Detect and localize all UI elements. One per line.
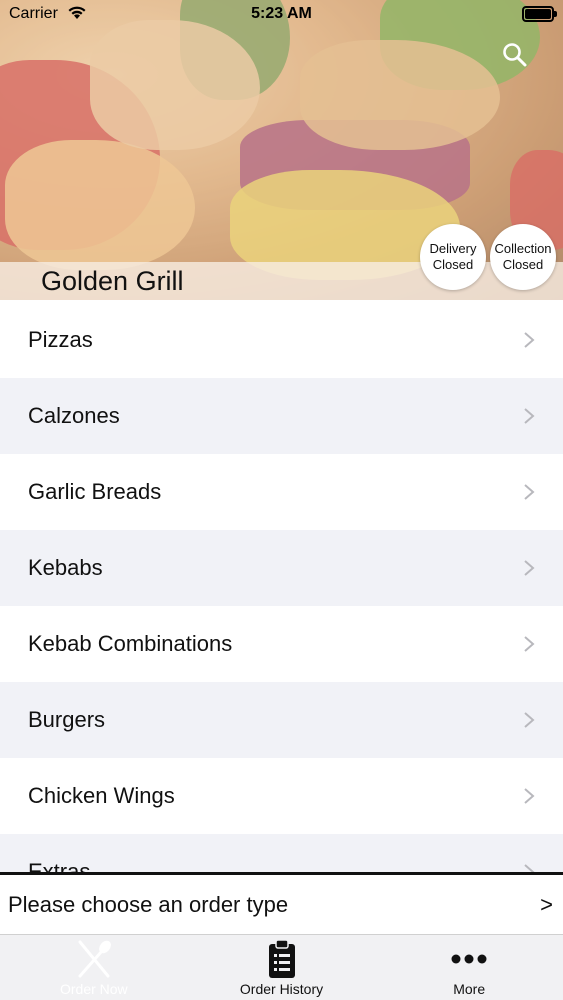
- category-row-pizzas[interactable]: Pizzas: [0, 302, 563, 378]
- category-row-garlic-breads[interactable]: Garlic Breads: [0, 454, 563, 530]
- chevron-right-icon: [524, 484, 535, 500]
- category-label: Calzones: [28, 403, 120, 428]
- tab-label: Order History: [239, 981, 324, 997]
- tab-label: More: [453, 981, 486, 997]
- category-row-chicken-wings[interactable]: Chicken Wings: [0, 758, 563, 834]
- category-row-burgers[interactable]: Burgers: [0, 682, 563, 758]
- order-type-prompt: Please choose an order type: [8, 891, 289, 917]
- chevron-right-icon: [524, 560, 535, 576]
- collection-status-badge[interactable]: Collection Closed: [490, 224, 556, 290]
- tab-bar: Order Now Order History More: [0, 934, 563, 1000]
- category-label: Kebabs: [28, 555, 103, 580]
- collection-status: Closed: [502, 257, 544, 272]
- category-label: Kebab Combinations: [28, 631, 233, 656]
- order-type-arrow: >: [540, 891, 553, 917]
- search-icon[interactable]: [502, 42, 528, 73]
- collection-label: Collection: [494, 241, 552, 256]
- tab-order-now[interactable]: Order Now: [0, 935, 188, 1000]
- chevron-right-icon: [524, 636, 535, 652]
- tab-order-history[interactable]: Order History: [188, 935, 376, 1000]
- chevron-right-icon: [524, 712, 535, 728]
- menu-category-list: Pizzas Calzones Garlic Breads Kebabs Keb…: [0, 302, 563, 910]
- clock: 5:23 AM: [251, 5, 312, 22]
- more-dots-icon: [451, 937, 487, 981]
- chevron-right-icon: [524, 332, 535, 348]
- chevron-right-icon: [524, 788, 535, 804]
- tab-more[interactable]: More: [375, 935, 563, 1000]
- category-row-calzones[interactable]: Calzones: [0, 378, 563, 454]
- battery-icon: [522, 6, 557, 22]
- category-label: Pizzas: [28, 327, 93, 352]
- category-label: Garlic Breads: [28, 479, 162, 504]
- category-row-kebab-combinations[interactable]: Kebab Combinations: [0, 606, 563, 682]
- delivery-label: Delivery: [429, 241, 477, 256]
- delivery-status-badge[interactable]: Delivery Closed: [420, 224, 486, 290]
- status-bar: Carrier 5:23 AM: [0, 0, 563, 30]
- fork-knife-icon: [71, 937, 117, 981]
- category-label: Burgers: [28, 707, 106, 732]
- chevron-right-icon: [524, 408, 535, 424]
- delivery-status: Closed: [432, 257, 474, 272]
- clipboard-list-icon: [267, 937, 297, 981]
- tab-label: Order Now: [59, 981, 128, 997]
- category-label: Chicken Wings: [28, 783, 175, 808]
- category-row-kebabs[interactable]: Kebabs: [0, 530, 563, 606]
- order-type-bar[interactable]: Please choose an order type >: [0, 872, 563, 934]
- restaurant-name: Golden Grill: [41, 266, 184, 296]
